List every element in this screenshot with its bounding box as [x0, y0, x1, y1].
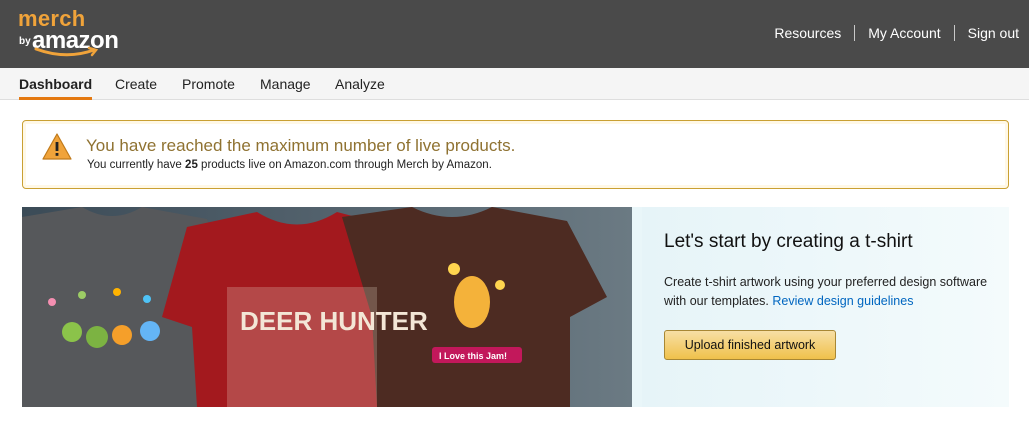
sign-out-link[interactable]: Sign out — [968, 25, 1019, 41]
review-design-guidelines-link[interactable]: Review design guidelines — [772, 294, 913, 308]
top-header: merch by amazon Resources My Account Sig… — [0, 0, 1029, 68]
tab-promote[interactable]: Promote — [182, 68, 235, 100]
merch-by-amazon-logo[interactable]: merch by amazon — [18, 6, 128, 62]
account-links: Resources My Account Sign out — [774, 25, 1019, 41]
tab-dashboard[interactable]: Dashboard — [19, 68, 93, 100]
logo-by-text: by — [19, 36, 31, 47]
max-products-alert: You have reached the maximum number of l… — [22, 120, 1009, 189]
amazon-smile-icon — [34, 46, 99, 57]
separator — [953, 25, 955, 41]
alert-title: You have reached the maximum number of l… — [86, 136, 516, 155]
tshirts-illustration: DEER HUNTER I Love this Jam! — [22, 207, 607, 407]
alert-desc-prefix: You currently have — [87, 159, 182, 171]
banner-body: Create t-shirt artwork using your prefer… — [664, 273, 994, 311]
jam-print: I Love this Jam! — [439, 351, 507, 361]
alert-description: You currently have 25 products live on A… — [87, 159, 492, 171]
resources-link[interactable]: Resources — [774, 25, 841, 41]
warning-triangle-icon — [42, 133, 72, 160]
tab-create[interactable]: Create — [115, 68, 157, 100]
create-tshirt-banner: DEER HUNTER I Love this Jam! Let's start… — [22, 207, 1009, 407]
alert-desc-suffix: products live on Amazon.com through Merc… — [201, 159, 492, 171]
tab-manage[interactable]: Manage — [260, 68, 311, 100]
main-nav: Dashboard Create Promote Manage Analyze — [0, 68, 1029, 100]
upload-artwork-button[interactable]: Upload finished artwork — [664, 330, 836, 360]
tab-analyze[interactable]: Analyze — [335, 68, 385, 100]
deer-hunter-print: DEER HUNTER — [240, 306, 428, 336]
live-product-count: 25 — [185, 159, 198, 171]
my-account-link[interactable]: My Account — [868, 25, 940, 41]
tshirt-photo: DEER HUNTER I Love this Jam! — [22, 207, 632, 407]
banner-heading: Let's start by creating a t-shirt — [664, 231, 913, 252]
separator — [854, 25, 856, 41]
